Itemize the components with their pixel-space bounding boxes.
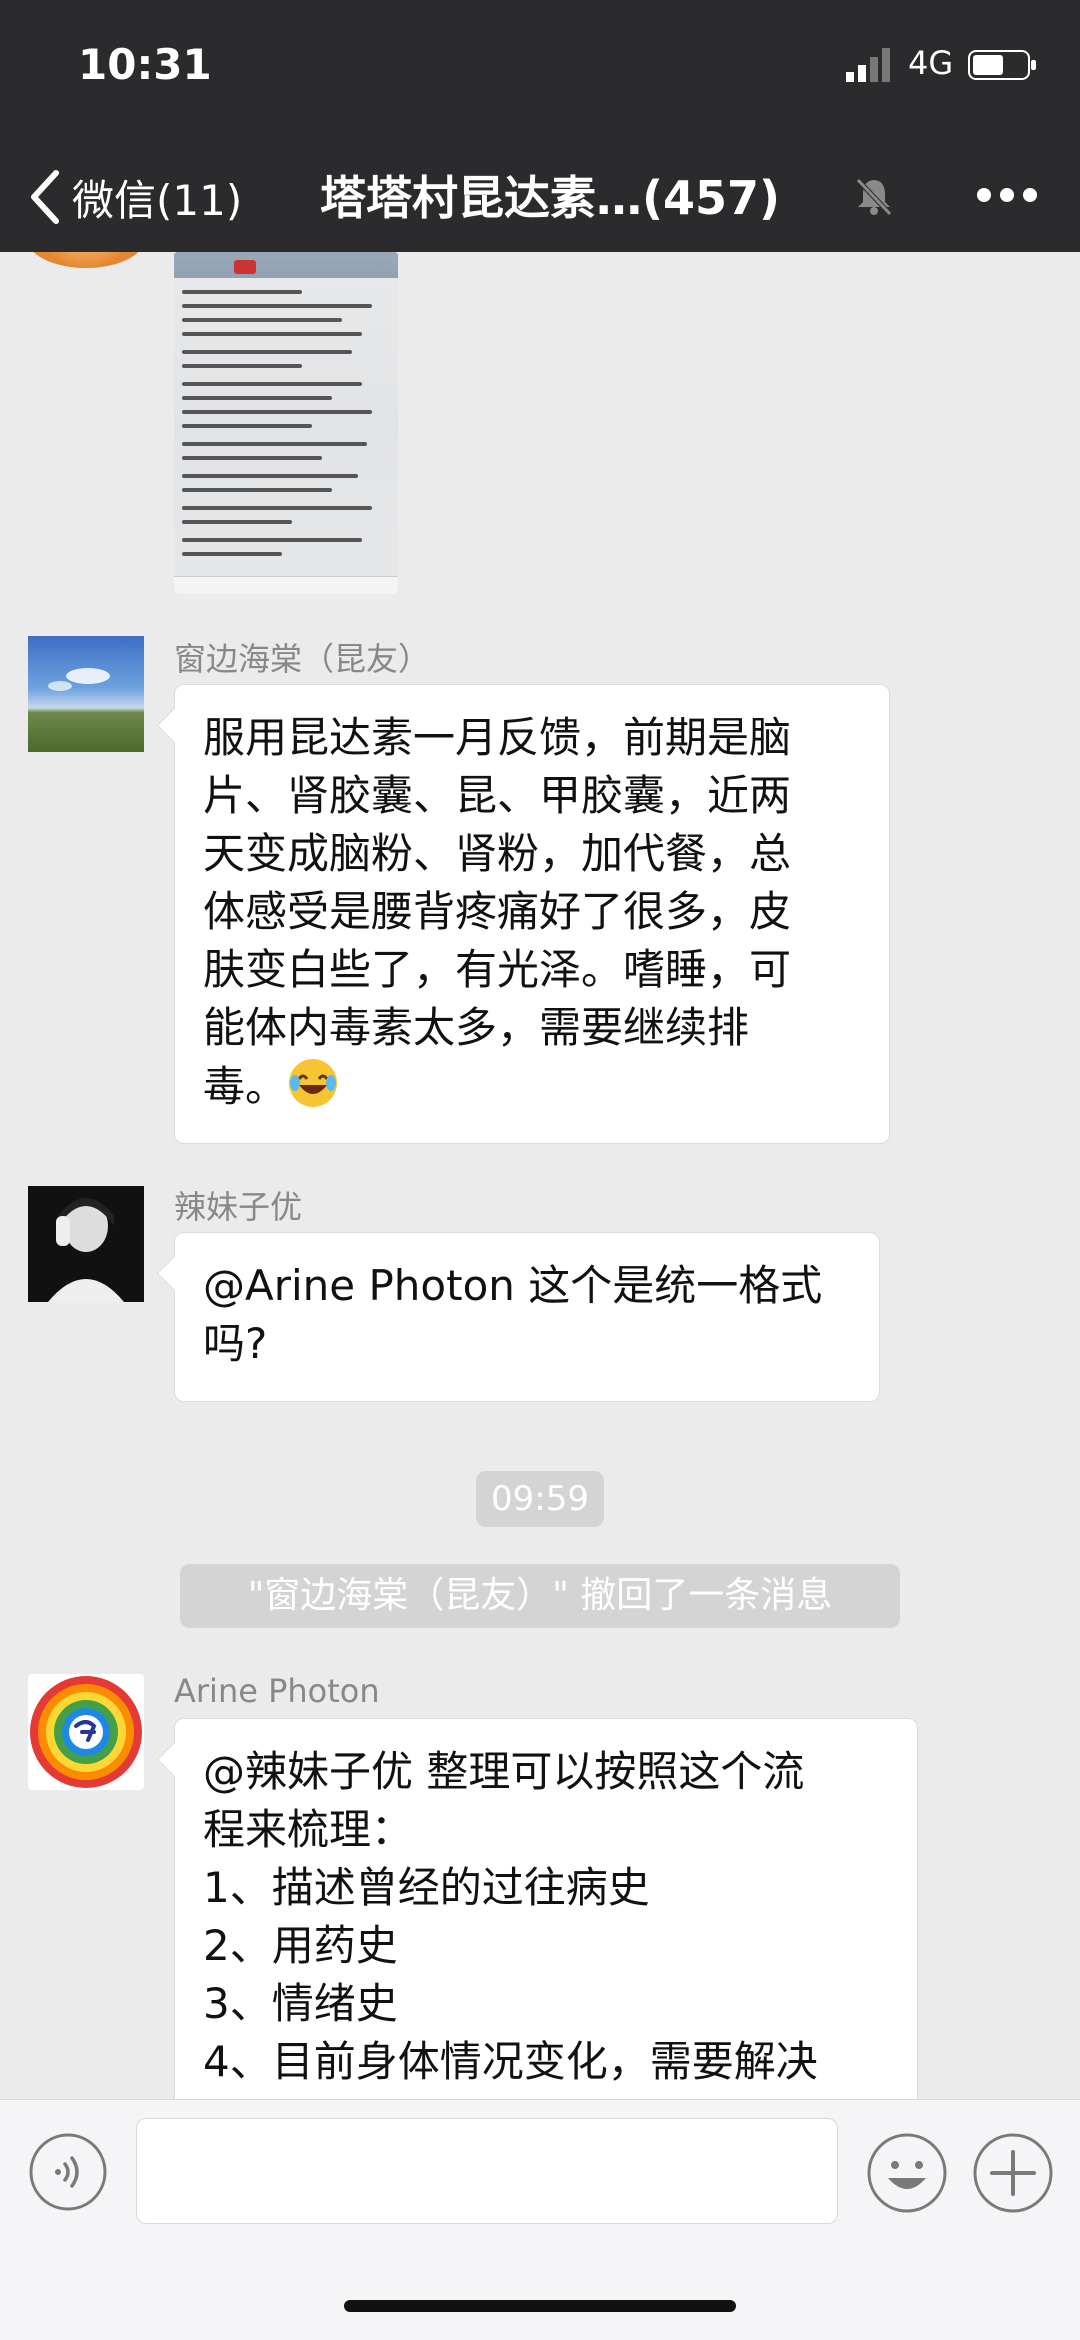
message-line: 程来梳理： — [203, 1805, 414, 1854]
message-bubble[interactable]: @Arine Photon 这个是统一格式 吗? — [174, 1232, 880, 1402]
message-line: @辣妹子优 整理可以按照这个流 — [203, 1747, 805, 1796]
image-toolbar — [174, 576, 398, 594]
avatar-portrait — [48, 1198, 124, 1302]
more-dots-icon[interactable] — [972, 170, 1042, 220]
laughing-tears-emoji — [289, 1059, 338, 1107]
nav-bar: 微信(11) 塔塔村昆达素…(457) — [0, 140, 1080, 252]
avatar-landscape — [48, 668, 110, 691]
chevron-left-icon — [31, 170, 59, 224]
signal-icon — [846, 48, 890, 82]
message-bubble[interactable]: 服用昆达素一月反馈，前期是脑 片、肾胶囊、昆、甲胶囊，近两 天变成脑粉、肾粉，加… — [174, 684, 890, 1144]
image-message[interactable] — [174, 252, 398, 594]
timestamp: 09:59 — [476, 1471, 604, 1527]
home-indicator[interactable] — [344, 2300, 736, 2312]
message-line: 能体内毒素太多，需要继续排 — [203, 1003, 750, 1052]
avatar-rainbow-logo — [30, 1676, 142, 1788]
status-time: 10:31 — [78, 40, 212, 89]
message-line: 肤变白些了，有光泽。嗜睡，可 — [203, 945, 792, 994]
message-bubble[interactable]: @辣妹子优 整理可以按照这个流 程来梳理： 1、描述曾经的过往病史 2、用药史 … — [174, 1718, 918, 2099]
emoji-icon[interactable] — [866, 2132, 948, 2214]
status-bar: 10:31 4G — [0, 0, 1080, 140]
recall-notice: "窗边海棠（昆友）" 撤回了一条消息 — [180, 1564, 900, 1628]
message-line: 吗? — [203, 1319, 268, 1368]
network-type: 4G — [908, 44, 954, 82]
message-line: 4、目前身体情况变化，需要解决 — [203, 2037, 818, 2086]
chat-area[interactable]: 窗边海棠（昆友） 服用昆达素一月反馈，前期是脑 片、肾胶囊、昆、甲胶囊，近两 天… — [0, 252, 1080, 2099]
message-line: 毒。 — [203, 1062, 288, 1111]
message-line: 1、描述曾经的过往病史 — [203, 1863, 650, 1912]
message-line: 体感受是腰背疼痛好了很多，皮 — [203, 887, 792, 936]
red-mark — [234, 260, 256, 274]
message-line: 天变成脑粉、肾粉，加代餐，总 — [203, 829, 792, 878]
message-line: 片、肾胶囊、昆、甲胶囊，近两 — [203, 771, 792, 820]
sender-name: Arine Photon — [174, 1672, 380, 1710]
chat-title: 塔塔村昆达素…(457) — [320, 171, 781, 225]
avatar[interactable] — [28, 1186, 144, 1302]
message-input[interactable] — [136, 2118, 838, 2224]
battery-icon — [968, 50, 1036, 80]
message-line: @Arine Photon 这个是统一格式 — [203, 1261, 823, 1310]
back-button[interactable]: 微信(11) — [26, 162, 242, 232]
message-line: 3、情绪史 — [203, 1979, 398, 2028]
message-line: 服用昆达素一月反馈，前期是脑 — [203, 713, 792, 762]
back-label: 微信(11) — [72, 175, 243, 225]
mute-bell-icon — [856, 178, 892, 216]
note-screenshot — [174, 278, 398, 594]
plus-icon[interactable] — [972, 2132, 1054, 2214]
sender-name: 辣妹子优 — [174, 1188, 303, 1226]
avatar[interactable] — [28, 252, 144, 268]
message-line-last: 毒。 — [203, 1057, 861, 1116]
avatar[interactable] — [28, 1674, 144, 1790]
message-line: 2、用药史 — [203, 1921, 398, 1970]
voice-icon[interactable] — [28, 2132, 108, 2212]
sender-name: 窗边海棠（昆友） — [174, 640, 431, 678]
avatar[interactable] — [28, 636, 144, 752]
